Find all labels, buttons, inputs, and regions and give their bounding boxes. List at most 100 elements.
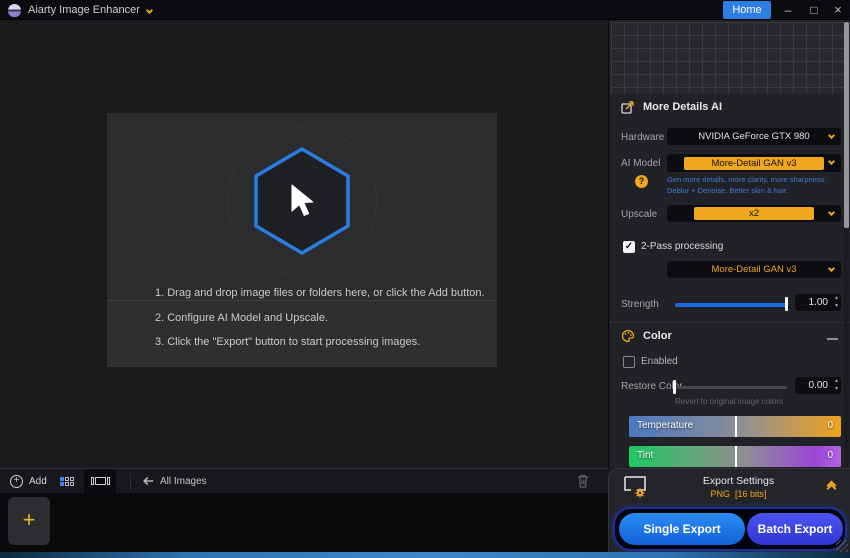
toolbar-separator — [130, 474, 131, 489]
app-title: Aiarty Image Enhancer — [28, 4, 140, 16]
upscale-value-badge: x2 — [694, 207, 814, 220]
export-settings-title: Export Settings — [702, 475, 775, 487]
strength-slider-track[interactable] — [675, 303, 787, 307]
export-bit-depth: [16 bits] — [735, 489, 767, 499]
app-menu[interactable]: Aiarty Image Enhancer — [8, 2, 153, 18]
add-button-label: Add — [29, 475, 47, 487]
app-menu-chevron-down-icon — [145, 6, 153, 14]
hardware-dropdown[interactable]: NVIDIA GeForce GTX 980 — [667, 128, 841, 145]
export-buttons-group: Single Export Batch Export — [613, 507, 847, 551]
ai-model-label: AI Model — [621, 158, 661, 169]
grid-view-button[interactable] — [52, 469, 82, 493]
tint-label: Tint — [637, 450, 654, 461]
color-enabled-checkbox[interactable] — [623, 356, 635, 368]
scrollbar-thumb[interactable] — [844, 22, 849, 228]
app-logo-icon — [8, 3, 21, 17]
export-settings-icon — [624, 476, 646, 498]
model-description-line-2: Deblur + Denoise. Better skin & hair. — [667, 186, 789, 195]
chevron-down-icon — [827, 264, 836, 273]
app-window: Aiarty Image Enhancer Home – □ × 1. Drag… — [0, 0, 850, 558]
ai-model-value-badge: More-Detail GAN v3 — [684, 156, 824, 170]
export-settings-row[interactable]: Export Settings PNG [16 bits] — [609, 469, 850, 505]
drop-hexagon-cursor-icon — [250, 145, 354, 257]
model-description-line-1: Gen more details, more clarity, more sha… — [667, 175, 827, 184]
strength-stepper-down-icon[interactable]: ▾ — [835, 302, 838, 310]
restore-stepper-down-icon[interactable]: ▾ — [835, 385, 838, 393]
restore-color-hint: Revert to original image colors — [675, 397, 784, 406]
two-pass-model-dropdown[interactable]: More-Detail GAN v3 — [667, 261, 841, 278]
dropzone-divider — [107, 300, 497, 301]
filmstrip-view-button[interactable] — [84, 469, 116, 493]
temperature-value: 0 — [827, 420, 833, 431]
section-header-color: Color — [621, 329, 672, 343]
single-export-button[interactable]: Single Export — [619, 513, 745, 545]
sidebar-scrollbar[interactable] — [844, 20, 849, 468]
grid-view-icon — [60, 476, 74, 486]
export-format-value: PNG — [710, 489, 730, 499]
collapse-minus-icon[interactable] — [827, 338, 838, 340]
restore-color-slider-track[interactable] — [675, 386, 787, 389]
restore-color-slider-thumb[interactable] — [673, 380, 676, 394]
filmstrip-view-icon — [90, 477, 94, 485]
instruction-line-3: 3. Click the "Export" button to start pr… — [155, 336, 421, 348]
two-pass-model-value: More-Detail GAN v3 — [711, 264, 797, 275]
filmstrip-area: + — [0, 493, 608, 552]
titlebar: Aiarty Image Enhancer Home – □ × — [0, 0, 850, 20]
close-button[interactable]: × — [828, 0, 848, 20]
color-section-title: Color — [643, 330, 672, 342]
bottom-toolbar: + Add All Images — [0, 468, 608, 493]
hardware-value: NVIDIA GeForce GTX 980 — [698, 131, 810, 142]
image-canvas-area: 1. Drag and drop image files or folders … — [0, 20, 608, 468]
maximize-button[interactable]: □ — [804, 0, 824, 20]
two-pass-checkbox[interactable]: ✓ — [623, 241, 635, 253]
help-icon[interactable]: ? — [635, 175, 648, 188]
restore-stepper-up-icon[interactable]: ▴ — [835, 377, 838, 385]
temperature-slider-marker[interactable] — [735, 416, 737, 437]
trash-icon — [578, 474, 588, 488]
batch-export-button[interactable]: Batch Export — [747, 513, 843, 545]
collapse-double-chevron-up-icon[interactable] — [826, 480, 837, 494]
minimize-button[interactable]: – — [778, 0, 798, 20]
export-card: Export Settings PNG [16 bits] Single Exp… — [608, 468, 850, 552]
two-pass-label: 2-Pass processing — [641, 241, 724, 252]
strength-label: Strength — [621, 299, 659, 310]
tint-slider[interactable]: Tint 0 — [629, 446, 841, 467]
instruction-line-2: 2. Configure AI Model and Upscale. — [155, 312, 329, 324]
chevron-down-icon — [827, 131, 836, 140]
export-format: PNG [16 bits] — [649, 489, 828, 499]
restore-color-value: 0.00 — [808, 380, 828, 391]
export-settings-texts: Export Settings PNG [16 bits] — [649, 475, 828, 499]
strength-value: 1.00 — [808, 297, 828, 308]
temperature-slider[interactable]: Temperature 0 — [629, 416, 841, 437]
resize-grip[interactable] — [836, 540, 848, 552]
chevron-down-icon — [827, 208, 836, 217]
tint-slider-marker[interactable] — [735, 446, 737, 467]
trash-button[interactable] — [576, 473, 590, 494]
strength-slider-thumb[interactable] — [785, 297, 788, 311]
chevron-down-icon — [827, 157, 836, 166]
add-image-thumbnail-button[interactable]: + — [8, 497, 50, 545]
temperature-label: Temperature — [637, 420, 694, 431]
dropzone[interactable]: 1. Drag and drop image files or folders … — [107, 113, 497, 367]
more-details-icon — [621, 101, 634, 114]
palette-icon — [621, 329, 635, 343]
back-arrow-icon — [143, 476, 153, 486]
all-images-label: All Images — [160, 475, 207, 487]
section-title: More Details AI — [643, 101, 723, 113]
upscale-label: Upscale — [621, 209, 658, 220]
strength-stepper-up-icon[interactable]: ▴ — [835, 294, 838, 302]
add-plus-circle-icon: + — [10, 474, 23, 488]
bottom-accent-line — [0, 552, 850, 558]
instruction-line-1: 1. Drag and drop image files or folders … — [155, 287, 485, 299]
section-header-more-details-ai: More Details AI — [621, 100, 722, 114]
settings-sidebar: More Details AI Hardware NVIDIA GeForce … — [608, 20, 850, 468]
add-button[interactable]: + Add — [10, 469, 47, 493]
ai-model-dropdown[interactable]: More-Detail GAN v3 — [667, 154, 841, 172]
upscale-dropdown[interactable]: x2 — [667, 205, 841, 222]
strength-value-box[interactable]: 1.00 ▴ ▾ — [795, 294, 841, 311]
restore-color-value-box[interactable]: 0.00 ▴ ▾ — [795, 377, 841, 394]
all-images-filter[interactable]: All Images — [142, 469, 207, 493]
tint-value: 0 — [827, 450, 833, 461]
color-enabled-label: Enabled — [641, 356, 678, 367]
home-button[interactable]: Home — [723, 1, 771, 19]
